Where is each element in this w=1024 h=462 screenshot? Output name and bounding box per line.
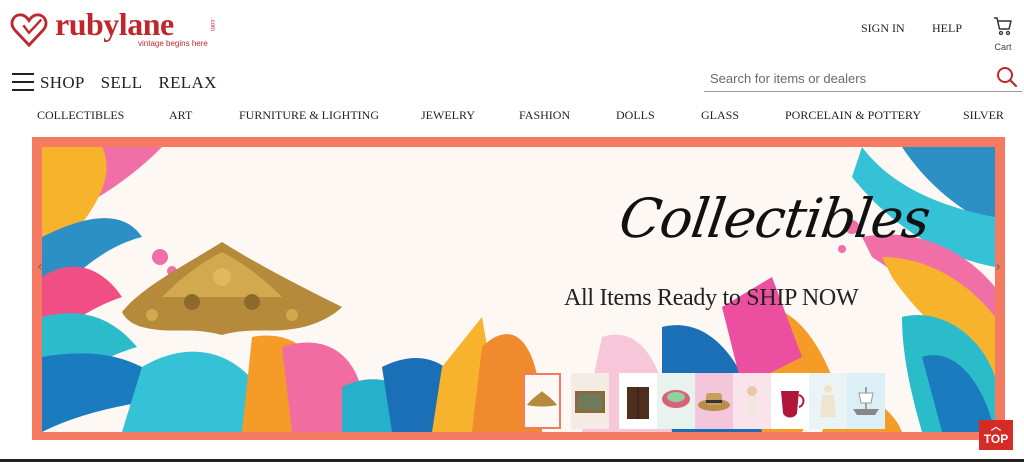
top-label: TOP [983,432,1009,446]
category-nav: COLLECTIBLES ART FURNITURE & LIGHTING JE… [0,108,1024,124]
thumb-doll[interactable] [733,373,771,429]
thumb-framed-painting[interactable] [571,373,609,429]
category-porcelain-pottery[interactable]: PORCELAIN & POTTERY [785,108,921,123]
category-jewelry[interactable]: JEWELRY [421,108,475,123]
category-silver[interactable]: SILVER [963,108,1004,123]
banner-thumbnails [523,373,885,429]
cart-button[interactable]: Cart [988,16,1018,56]
category-fashion[interactable]: FASHION [519,108,570,123]
rubylane-logo[interactable]: rubylane .com vintage begins here [10,6,225,52]
cart-label: Cart [994,42,1012,52]
banner-prev-arrow-icon[interactable]: ‹ [33,258,47,276]
thumb-ruby-pitcher[interactable] [771,373,809,429]
category-glass[interactable]: GLASS [701,108,739,123]
logo-text: rubylane [55,6,174,42]
main-nav: SHOP SELL RELAX [40,73,217,93]
banner-title: Collectibles [615,187,934,250]
nav-shop[interactable]: SHOP [40,73,85,93]
cart-icon [994,17,1012,36]
search-button[interactable] [996,66,1020,90]
banner-next-arrow-icon[interactable]: › [991,258,1005,276]
nav-sell[interactable]: SELL [101,73,143,93]
nav-relax[interactable]: RELAX [158,73,216,93]
category-art[interactable]: ART [169,108,192,123]
logo-suffix: .com [209,18,215,32]
search-icon [997,67,1018,88]
search-input[interactable] [710,68,980,88]
logo-tagline: vintage begins here [138,39,208,48]
back-to-top-button[interactable]: ︿ TOP [979,420,1013,450]
hamburger-menu-icon[interactable] [12,73,34,91]
thumb-glass-bowl[interactable] [657,373,695,429]
thumb-wood-cabinet[interactable] [619,373,657,429]
thumb-ship-model[interactable] [847,373,885,429]
category-furniture-lighting[interactable]: FURNITURE & LIGHTING [239,108,379,123]
banner-subtitle: All Items Ready to SHIP NOW [564,285,859,311]
chevron-up-icon: ︿ [991,422,1001,433]
thumb-gold-ornament[interactable] [523,373,561,429]
category-dolls[interactable]: DOLLS [616,108,655,123]
category-collectibles[interactable]: COLLECTIBLES [37,108,124,123]
thumb-straw-hat[interactable] [695,373,733,429]
thumb-porcelain-figurine[interactable] [809,373,847,429]
sign-in-link[interactable]: SIGN IN [861,21,905,36]
search-bar [704,64,1022,92]
heart-logo-icon [10,13,48,48]
help-link[interactable]: HELP [932,21,962,36]
